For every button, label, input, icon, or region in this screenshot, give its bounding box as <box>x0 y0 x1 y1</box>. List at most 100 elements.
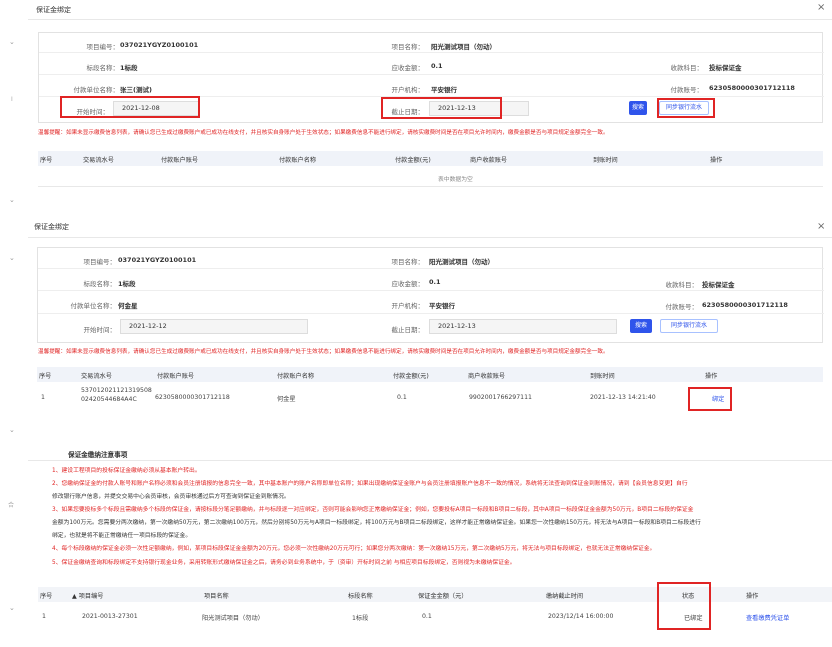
th-merchant: 商户收款账号 <box>470 157 508 164</box>
payer-name-label: 付款单位名称： <box>73 86 120 94</box>
th-amount: 付款金额(元) <box>393 373 429 380</box>
th-merchant: 商户收款账号 <box>468 373 506 380</box>
receive-subject-value: 投标保证金 <box>709 64 742 72</box>
project-name-value: 阳光测试项目（勿动） <box>429 258 494 266</box>
highlight-bind-action <box>688 387 732 411</box>
th-arrival: 到账时间 <box>593 157 618 164</box>
bond-binding-panel-2: 保证金绑定 × 项目编号： 037021YGYZ0100101 项目名称： 阳光… <box>28 215 832 415</box>
gutter-marker-2: 合 <box>8 502 15 509</box>
note-2: 2、您缴纳保证金的付款人账号和账户名称必须和会员注册填报的信息完全一致，其中基本… <box>52 481 688 487</box>
project-name-label: 项目名称： <box>391 43 425 51</box>
project-no-value: 037021YGYZ0100101 <box>118 256 197 264</box>
receive-subject-label: 收款科目： <box>665 281 699 289</box>
highlight-sync-button <box>657 98 715 118</box>
payer-name-value: 何金星 <box>118 302 138 310</box>
table-empty-text: 表中数据为空 <box>438 177 473 183</box>
bond-notes-panel: 保证金缴纳注意事项 1、建设工程项目的投标保证金缴纳必须从基本账户转出。 2、您… <box>28 440 832 647</box>
cell-deadline: 2023/12/14 16:00:00 <box>548 613 614 620</box>
lot-name-label: 标段名称： <box>86 64 120 72</box>
cell-project-name: 阳光测试项目（勿动） <box>202 615 264 622</box>
bank-label: 开户机构： <box>391 302 425 310</box>
view-receipt-link[interactable]: 查看缴费凭证单 <box>746 613 789 622</box>
note-5: 5、保证金缴纳查询和标段绑定不支持银行现金业务，采用转账形式缴纳保证金之后，请务… <box>52 560 516 566</box>
cell-account-name: 何金星 <box>277 396 296 403</box>
highlight-status-column <box>657 582 711 630</box>
cell-serial-line2: 02420544684A4C <box>81 396 137 403</box>
table-header: 序号 交易流水号 付款账户账号 付款账户名称 付款金额(元) 商户收款账号 到账… <box>37 367 823 382</box>
panel-title: 保证金绑定 <box>36 6 71 14</box>
search-button[interactable]: 搜索 <box>629 101 647 115</box>
lot-name-value: 1标段 <box>120 64 138 72</box>
end-date-input[interactable]: 2021-12-13 <box>429 319 617 334</box>
cell-no: 1 <box>42 613 46 620</box>
payer-name-value: 张三(测试) <box>120 86 152 94</box>
cell-merchant: 9902001766297111 <box>469 394 532 401</box>
end-date-label: 截止日期： <box>391 326 425 334</box>
th-action: 操作 <box>710 157 723 164</box>
left-gutter: ⌄ I ⌄ ⌄ ⌄ 合 ⌄ <box>0 0 28 647</box>
note-2b: 修改银行账户信息，并提交交易中心会员审核，会员审核通过后方可查询到保证金到账情况… <box>52 494 290 500</box>
th-lot-name: 标段名称 <box>348 593 373 600</box>
table-row: 1 2021-0013-27301 阳光测试项目（勿动） 1标段 0.1 202… <box>38 606 832 624</box>
project-name-label: 项目名称： <box>391 258 425 266</box>
bank-label: 开户机构： <box>391 86 425 94</box>
note-1: 1、建设工程项目的投标保证金缴纳必须从基本账户转出。 <box>52 468 201 474</box>
th-account: 付款账户账号 <box>161 157 199 164</box>
th-action: 操作 <box>705 373 718 380</box>
lot-name-value: 1标段 <box>118 280 136 288</box>
start-time-input[interactable]: 2021-12-12 <box>120 319 308 334</box>
th-no: 序号 <box>39 373 52 380</box>
highlight-start-time <box>60 96 200 118</box>
gutter-marker-1: I <box>11 96 13 103</box>
project-no-label: 项目编号： <box>86 43 120 51</box>
th-account: 付款账户账号 <box>157 373 195 380</box>
th-project-name: 项目名称 <box>204 593 229 600</box>
due-amount-value: 0.1 <box>431 62 443 70</box>
sync-bank-flow-button[interactable]: 同步银行流水 <box>660 319 718 333</box>
close-icon[interactable]: × <box>817 2 825 13</box>
th-account-name: 付款账户名称 <box>277 373 315 380</box>
th-action: 操作 <box>746 593 759 600</box>
th-amount: 保证金金额（元） <box>418 593 468 600</box>
highlight-end-date <box>381 97 502 119</box>
payer-name-label: 付款单位名称： <box>70 302 117 310</box>
payer-account-label: 付款账号： <box>670 86 704 94</box>
th-project-no-sortable[interactable]: ▲ 项目编号 <box>72 591 103 600</box>
bond-binding-panel-1: 保证金绑定 × 项目编号： 037021YGYZ0100101 项目名称： 阳光… <box>28 0 832 205</box>
cell-account: 6230580000301712118 <box>155 394 230 401</box>
th-arrival: 到账时间 <box>590 373 615 380</box>
note-4: 4、每个标段缴纳的保证金必须一次性足额缴纳，例如，某项目标段保证金金额为20万元… <box>52 546 656 552</box>
table-header: 序号 ▲ 项目编号 项目名称 标段名称 保证金金额（元） 缴纳截止时间 状态 操… <box>38 587 832 602</box>
chevron-down-icon[interactable]: ⌄ <box>9 254 15 262</box>
payer-account-value: 6230580000301712118 <box>709 84 795 92</box>
search-button[interactable]: 搜索 <box>630 319 652 333</box>
notes-title: 保证金缴纳注意事项 <box>68 451 128 459</box>
chevron-down-icon[interactable]: ⌄ <box>9 604 15 612</box>
close-icon[interactable]: × <box>817 221 825 232</box>
cell-arrival: 2021-12-13 14:21:40 <box>590 394 656 401</box>
chevron-down-icon[interactable]: ⌄ <box>9 38 15 46</box>
th-deadline: 缴纳截止时间 <box>546 593 584 600</box>
due-amount-value: 0.1 <box>429 278 441 286</box>
bank-value: 平安银行 <box>429 302 455 310</box>
th-serial: 交易流水号 <box>83 157 114 164</box>
project-no-value: 037021YGYZ0100101 <box>120 41 199 49</box>
project-name-value: 阳光测试项目（勿动） <box>431 43 496 51</box>
payer-account-label: 付款账号： <box>665 303 699 311</box>
bank-value: 平安银行 <box>431 86 457 94</box>
th-account-name: 付款账户名称 <box>279 157 317 164</box>
chevron-down-icon[interactable]: ⌄ <box>9 196 15 204</box>
cell-amount: 0.1 <box>397 394 407 401</box>
th-no: 序号 <box>40 593 53 600</box>
warning-text: 温馨提醒：如果未显示缴费信息列表，请确认您已生成过缴费账户或已成功在线支付，并且… <box>38 130 609 136</box>
payer-account-value: 6230580000301712118 <box>702 301 788 309</box>
bond-info-form: 项目编号： 037021YGYZ0100101 项目名称： 阳光测试项目（勿动）… <box>37 247 824 343</box>
chevron-down-icon[interactable]: ⌄ <box>9 426 15 434</box>
note-3: 3、如果您要投标多个标段且需缴纳多个标段的保证金，请按标段分笔足额缴纳，并与标段… <box>52 507 694 513</box>
due-amount-label: 应收金额： <box>391 280 425 288</box>
project-no-label: 项目编号： <box>83 258 117 266</box>
cell-amount: 0.1 <box>422 613 432 620</box>
start-time-label: 开始时间： <box>83 326 117 334</box>
receive-subject-label: 收款科目： <box>670 64 704 72</box>
th-no: 序号 <box>40 157 53 164</box>
